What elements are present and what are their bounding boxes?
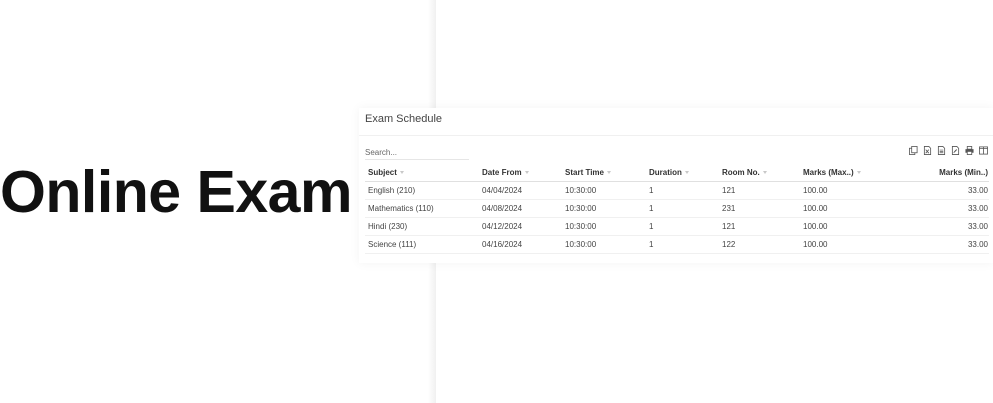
cell-date-from: 04/08/2024 xyxy=(479,199,562,218)
panel-divider xyxy=(359,135,993,136)
page: Online Exam Exam Schedule Search... Subj… xyxy=(0,0,993,403)
column-header-room-no[interactable]: Room No. xyxy=(719,164,800,182)
cell-marks-min: 33.00 xyxy=(904,217,989,236)
cell-duration: 1 xyxy=(646,181,719,200)
print-icon xyxy=(965,146,974,155)
table-row: English (210) 04/04/2024 10:30:00 1 121 … xyxy=(365,181,989,200)
cell-marks-max: 100.00 xyxy=(800,181,904,200)
pdf-icon xyxy=(951,146,960,155)
column-header-label: Start Time xyxy=(565,168,604,177)
cell-marks-max: 100.00 xyxy=(800,199,904,218)
panel-title: Exam Schedule xyxy=(365,113,443,125)
copy-button[interactable] xyxy=(908,145,919,156)
cell-room-no: 231 xyxy=(719,199,800,218)
sort-caret-icon xyxy=(399,171,404,175)
cell-start-time: 10:30:00 xyxy=(562,181,646,200)
cell-room-no: 122 xyxy=(719,235,800,254)
cell-subject: Hindi (230) xyxy=(365,217,479,236)
column-header-label: Subject xyxy=(368,168,397,177)
excel-button[interactable] xyxy=(922,145,933,156)
table-row: Mathematics (110) 04/08/2024 10:30:00 1 … xyxy=(365,199,989,218)
column-header-start-time[interactable]: Start Time xyxy=(562,164,646,182)
print-button[interactable] xyxy=(964,145,975,156)
column-header-label: Marks (Max..) xyxy=(803,168,854,177)
sort-caret-icon xyxy=(684,171,689,175)
copy-icon xyxy=(909,146,918,155)
table-header-row: Subject Date From Start Time Duration Ro… xyxy=(365,164,989,182)
cell-subject: Science (111) xyxy=(365,235,479,254)
csv-icon xyxy=(937,146,946,155)
cell-marks-min: 33.00 xyxy=(904,181,989,200)
cell-duration: 1 xyxy=(646,235,719,254)
columns-icon xyxy=(979,146,988,155)
cell-duration: 1 xyxy=(646,199,719,218)
sort-caret-icon xyxy=(856,171,861,175)
table-row: Science (111) 04/16/2024 10:30:00 1 122 … xyxy=(365,235,989,254)
cell-date-from: 04/12/2024 xyxy=(479,217,562,236)
sort-caret-icon xyxy=(606,171,611,175)
exam-schedule-table: Subject Date From Start Time Duration Ro… xyxy=(365,164,989,254)
sort-caret-icon xyxy=(524,171,529,175)
column-header-date-from[interactable]: Date From xyxy=(479,164,562,182)
column-header-label: Marks (Min..) xyxy=(939,168,988,177)
column-header-duration[interactable]: Duration xyxy=(646,164,719,182)
excel-icon xyxy=(923,146,932,155)
cell-subject: English (210) xyxy=(365,181,479,200)
columns-button[interactable] xyxy=(978,145,989,156)
export-toolbar xyxy=(908,145,989,156)
column-header-marks-max[interactable]: Marks (Max..) xyxy=(800,164,904,182)
cell-marks-max: 100.00 xyxy=(800,235,904,254)
cell-date-from: 04/04/2024 xyxy=(479,181,562,200)
column-header-label: Duration xyxy=(649,168,682,177)
cell-duration: 1 xyxy=(646,217,719,236)
cell-marks-min: 33.00 xyxy=(904,199,989,218)
column-header-label: Date From xyxy=(482,168,522,177)
column-header-marks-min[interactable]: Marks (Min..) xyxy=(904,164,989,182)
cell-start-time: 10:30:00 xyxy=(562,235,646,254)
table-row: Hindi (230) 04/12/2024 10:30:00 1 121 10… xyxy=(365,217,989,236)
cell-marks-max: 100.00 xyxy=(800,217,904,236)
cell-room-no: 121 xyxy=(719,181,800,200)
exam-schedule-panel: Exam Schedule Search... Subject Date Fro… xyxy=(359,108,993,263)
pdf-button[interactable] xyxy=(950,145,961,156)
column-header-label: Room No. xyxy=(722,168,760,177)
cell-date-from: 04/16/2024 xyxy=(479,235,562,254)
column-header-subject[interactable]: Subject xyxy=(365,164,479,182)
cell-start-time: 10:30:00 xyxy=(562,199,646,218)
cell-room-no: 121 xyxy=(719,217,800,236)
csv-button[interactable] xyxy=(936,145,947,156)
cell-start-time: 10:30:00 xyxy=(562,217,646,236)
page-headline: Online Exam xyxy=(0,159,352,225)
cell-subject: Mathematics (110) xyxy=(365,199,479,218)
search-input[interactable] xyxy=(365,145,469,160)
cell-marks-min: 33.00 xyxy=(904,235,989,254)
sort-caret-icon xyxy=(762,171,767,175)
